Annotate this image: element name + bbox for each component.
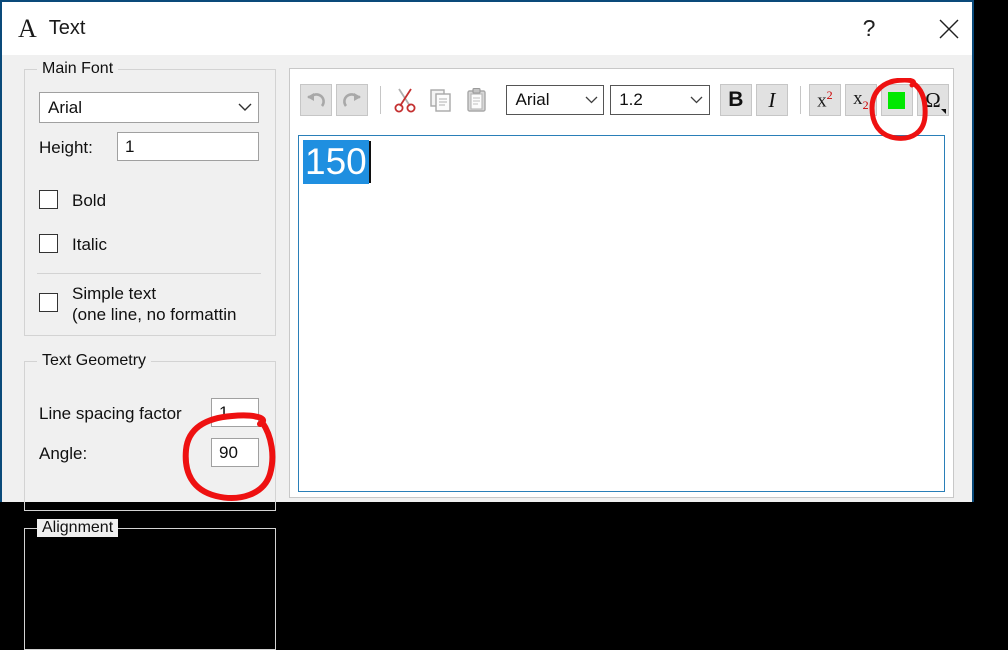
simple-text-label-line1: Simple text	[72, 284, 157, 303]
italic-checkbox-label: Italic	[72, 235, 107, 254]
bold-checkbox-row[interactable]: Bold	[39, 190, 106, 211]
angle-input[interactable]: 90	[211, 438, 259, 467]
alignment-group: Alignment	[24, 519, 276, 650]
bold-checkbox[interactable]	[39, 190, 58, 209]
text-editor-pane: Arial 1.2 B I x2 x2 Ω 150	[289, 68, 954, 498]
superscript-icon: x2	[817, 89, 833, 110]
superscript-base: x	[817, 90, 827, 112]
subscript-exponent: 2	[862, 97, 869, 112]
italic-checkbox-row[interactable]: Italic	[39, 234, 107, 255]
simple-text-checkbox-label: Simple text (one line, no formattin	[72, 283, 236, 326]
text-geometry-group-label: Text Geometry	[37, 352, 152, 370]
subscript-base: x	[853, 88, 863, 110]
height-input[interactable]: 1	[117, 132, 259, 161]
copy-button[interactable]	[425, 84, 457, 116]
italic-checkbox[interactable]	[39, 234, 58, 253]
selected-text: 150	[303, 140, 369, 184]
main-font-combo-value: Arial	[48, 97, 83, 117]
italic-button[interactable]: I	[755, 84, 788, 116]
line-spacing-input[interactable]: 1	[211, 398, 259, 427]
main-font-combo[interactable]: Arial	[39, 92, 259, 123]
undo-button[interactable]	[300, 84, 333, 116]
chevron-down-icon	[685, 96, 709, 104]
cut-button[interactable]	[389, 84, 421, 116]
text-geometry-group: Text Geometry Line spacing factor 1 Angl…	[24, 352, 276, 511]
help-button[interactable]: ?	[846, 2, 892, 55]
simple-text-label-line2: (one line, no formattin	[72, 305, 237, 325]
close-icon	[939, 19, 959, 38]
toolbar-font-combo[interactable]: Arial	[506, 85, 605, 115]
chevron-down-icon	[232, 103, 258, 112]
dropdown-arrow-icon	[940, 109, 946, 114]
toolbar-size-combo-value: 1.2	[619, 90, 643, 109]
close-button[interactable]	[926, 2, 972, 55]
color-swatch-icon	[888, 91, 906, 109]
letter-a-icon: A	[18, 13, 37, 43]
height-input-value: 1	[125, 136, 135, 156]
undo-icon	[307, 93, 325, 107]
omega-icon: Ω	[925, 87, 941, 112]
bold-button-label: B	[728, 88, 744, 111]
text-color-button[interactable]	[880, 84, 913, 116]
simple-text-checkbox-row[interactable]: Simple text (one line, no formattin	[39, 283, 236, 326]
height-label: Height:	[39, 138, 93, 157]
title-bar: A Text ?	[2, 2, 972, 55]
angle-input-value: 90	[219, 442, 238, 462]
subscript-icon: x2	[853, 89, 869, 111]
editor-toolbar: Arial 1.2 B I x2 x2 Ω	[290, 69, 953, 131]
paste-button[interactable]	[461, 84, 493, 116]
scissors-icon	[394, 88, 416, 113]
simple-text-checkbox[interactable]	[39, 293, 58, 312]
superscript-button[interactable]: x2	[808, 84, 841, 116]
text-input-area[interactable]: 150	[298, 135, 945, 492]
paste-icon	[467, 87, 486, 112]
divider	[37, 273, 261, 274]
toolbar-divider	[380, 86, 381, 114]
text-caret	[368, 141, 371, 183]
subscript-button[interactable]: x2	[844, 84, 877, 116]
superscript-exponent: 2	[826, 88, 833, 103]
bold-checkbox-label: Bold	[72, 191, 107, 210]
bold-button[interactable]: B	[719, 84, 752, 116]
window-title: Text	[48, 17, 86, 39]
toolbar-size-combo[interactable]: 1.2	[610, 85, 710, 115]
angle-label: Angle:	[39, 444, 88, 463]
settings-pane: Main Font Arial Height: 1 Bold Italic Si…	[2, 55, 287, 650]
redo-button[interactable]	[336, 84, 369, 116]
italic-button-label: I	[768, 87, 776, 112]
copy-icon	[430, 89, 451, 112]
special-character-button[interactable]: Ω	[916, 84, 949, 116]
line-spacing-input-value: 1	[219, 402, 229, 422]
toolbar-divider	[799, 86, 801, 114]
redo-icon	[343, 93, 362, 107]
toolbar-font-combo-value: Arial	[515, 90, 550, 109]
line-spacing-label: Line spacing factor	[39, 404, 182, 423]
chevron-down-icon	[579, 96, 603, 104]
main-font-group-label: Main Font	[37, 60, 119, 78]
main-font-group: Main Font Arial Height: 1 Bold Italic Si…	[24, 60, 276, 336]
text-dialog-window: A Text ? Main Font Arial Height: 1 Bold …	[0, 0, 974, 650]
alignment-group-label: Alignment	[37, 519, 119, 537]
